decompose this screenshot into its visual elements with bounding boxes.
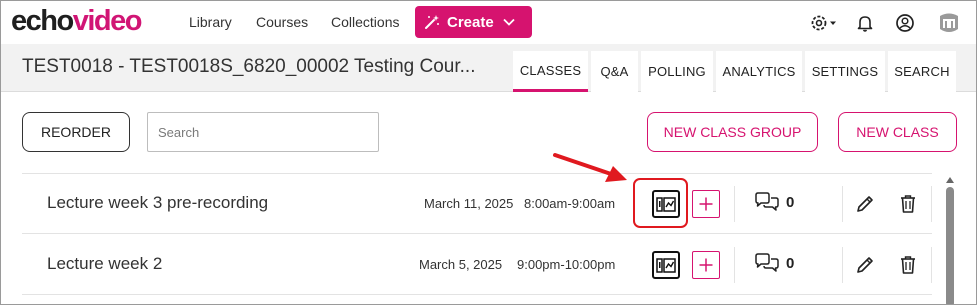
discussion-icon [755,253,779,272]
class-title[interactable]: Lecture week 3 pre-recording [47,193,268,213]
divider [842,247,843,283]
bell-icon[interactable] [854,12,876,34]
qa-count-value: 0 [786,193,795,211]
search-input[interactable] [147,112,379,152]
gear-icon[interactable] [809,12,839,34]
class-date: March 11, 2025 [424,196,514,211]
trash-icon[interactable] [898,255,918,275]
add-media-icon[interactable] [692,190,720,218]
qa-count[interactable]: 0 [754,253,794,273]
echovideo-logo[interactable]: echovideo [11,4,143,38]
chevron-down-icon [503,18,515,26]
add-media-icon[interactable] [692,251,720,279]
new-class-group-button[interactable]: NEW CLASS GROUP [647,112,818,152]
nav-collections-link[interactable]: Collections [331,14,399,30]
course-title: TEST0018 - TEST0018S_6820_00002 Testing … [22,56,476,77]
pencil-icon[interactable] [855,255,875,275]
top-nav: echovideo Library Courses Collections Cr… [1,1,976,44]
tab-classes[interactable]: CLASSES [513,51,588,92]
divider [931,247,932,283]
create-button[interactable]: Create [415,6,532,38]
class-row[interactable]: Lecture week 3 pre-recording March 11, 2… [22,174,932,234]
class-date: March 5, 2025 [419,257,503,272]
trash-icon[interactable] [898,194,918,214]
nav-courses-link[interactable]: Courses [256,14,308,30]
create-button-label: Create [447,13,494,31]
discussion-icon [755,192,779,211]
divider [734,247,735,283]
scrollbar[interactable] [943,173,957,304]
qa-count[interactable]: 0 [754,192,794,212]
course-header: TEST0018 - TEST0018S_6820_00002 Testing … [1,44,976,92]
divider [842,186,843,222]
class-time: 9:00pm-10:00pm [517,257,616,272]
magic-wand-icon [425,15,439,29]
class-row[interactable]: Lecture week 2 March 5, 2025 9:00pm-10:0… [22,235,932,295]
divider [931,186,932,222]
tab-search[interactable]: SEARCH [888,51,956,92]
class-list: Lecture week 3 pre-recording March 11, 2… [22,173,932,304]
logo-part-video: video [72,5,143,37]
reorder-button[interactable]: REORDER [22,112,130,152]
nav-library-link[interactable]: Library [189,14,232,30]
qa-count-value: 0 [786,254,795,272]
new-class-button[interactable]: NEW CLASS [838,112,957,152]
tab-analytics[interactable]: ANALYTICS [716,51,802,92]
institution-logo-icon[interactable] [935,9,963,37]
annotation-highlight-box [633,178,688,228]
user-icon[interactable] [894,12,916,34]
scrollbar-thumb[interactable] [946,187,954,304]
divider [734,186,735,222]
scroll-up-arrow-icon[interactable] [946,177,954,183]
class-title[interactable]: Lecture week 2 [47,254,162,274]
tab-polling[interactable]: POLLING [641,51,713,92]
logo-part-echo: echo [11,5,74,37]
app-window: echovideo Library Courses Collections Cr… [0,0,977,305]
pencil-icon[interactable] [855,194,875,214]
class-time: 8:00am-9:00am [524,196,616,211]
annotation-arrow-icon [553,153,627,182]
tab-qa[interactable]: Q&A [591,51,638,92]
media-capture-icon[interactable] [652,251,680,279]
tab-settings[interactable]: SETTINGS [805,51,885,92]
